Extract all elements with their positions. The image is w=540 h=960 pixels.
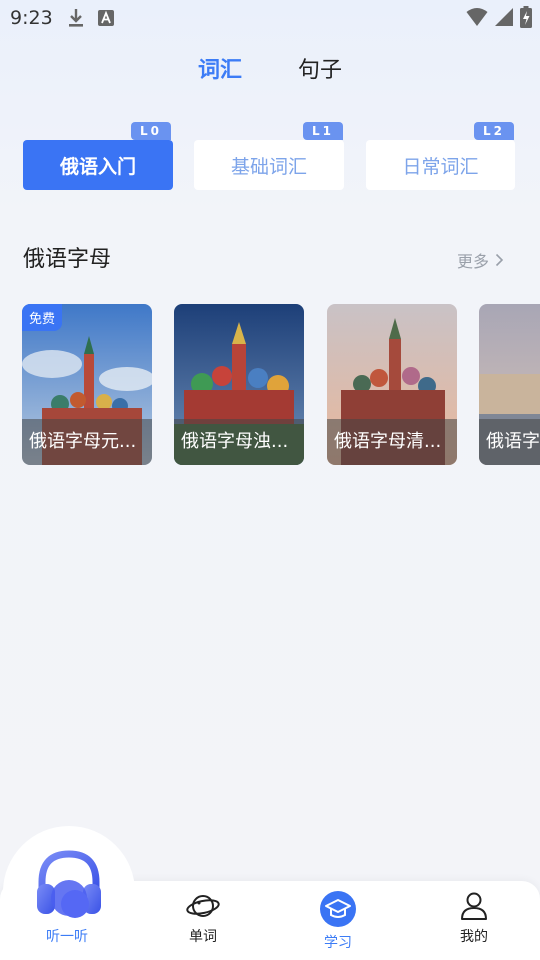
level-card-daily[interactable]: 日常词汇 — [366, 140, 515, 190]
tab-study[interactable]: 学习 — [298, 891, 378, 952]
user-icon — [461, 892, 487, 920]
graduation-cap-icon — [320, 891, 356, 927]
level-card-label: 基础词汇 — [230, 155, 307, 178]
course-card[interactable]: 俄语字母清... — [327, 304, 457, 465]
course-title: 俄语字 — [479, 419, 540, 465]
tab-study-label: 学习 — [324, 935, 352, 951]
status-time: 9:23 — [10, 7, 53, 29]
signal-icon — [495, 8, 513, 26]
level-badge-l0: L0 — [131, 122, 171, 140]
level-card-label: 日常词汇 — [402, 155, 479, 178]
planet-icon — [186, 895, 220, 917]
headphones-icon — [37, 850, 101, 918]
course-card[interactable]: 免费 俄语字母元... — [22, 304, 152, 465]
status-right-icons — [466, 6, 532, 28]
tab-words-label: 单词 — [189, 929, 217, 945]
tab-mine[interactable]: 我的 — [434, 891, 514, 946]
status-bar: 9:23 — [0, 0, 540, 36]
more-label: 更多 — [457, 252, 490, 271]
course-card[interactable]: 俄语字 — [479, 304, 540, 465]
level-badge-l2: L2 — [474, 122, 514, 140]
font-icon — [98, 10, 114, 26]
course-title: 俄语字母清... — [327, 419, 457, 465]
free-badge: 免费 — [22, 304, 63, 331]
level-badge-l1: L1 — [303, 122, 343, 140]
chevron-right-icon — [495, 253, 504, 267]
top-tabs: 词汇 句子 — [0, 52, 540, 88]
listen-label: 听一听 — [46, 929, 88, 945]
wifi-icon — [466, 8, 488, 26]
tab-sentences[interactable]: 句子 — [298, 52, 342, 84]
battery-icon — [520, 6, 532, 28]
section-title: 俄语字母 — [23, 247, 112, 272]
level-card-basic[interactable]: 基础词汇 — [194, 140, 344, 190]
more-link[interactable]: 更多 — [457, 248, 504, 272]
course-title: 俄语字母元... — [22, 419, 152, 465]
level-card-beginner[interactable]: 俄语入门 — [23, 140, 173, 190]
course-card[interactable]: 俄语字母浊... — [174, 304, 304, 465]
status-left-icons — [68, 8, 114, 28]
tab-vocabulary[interactable]: 词汇 — [198, 52, 242, 84]
course-title: 俄语字母浊... — [174, 419, 304, 465]
download-icon — [69, 9, 83, 27]
level-card-label: 俄语入门 — [59, 155, 136, 178]
tab-mine-label: 我的 — [460, 929, 488, 945]
tab-words[interactable]: 单词 — [163, 891, 243, 946]
